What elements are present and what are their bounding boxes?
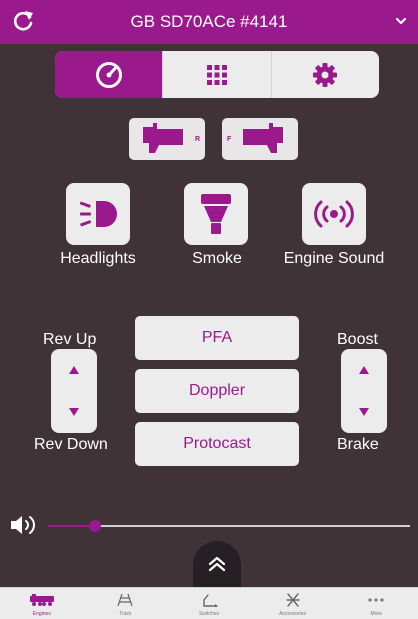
brake-label: Brake bbox=[337, 436, 379, 453]
tab-keypad[interactable] bbox=[163, 51, 272, 98]
tab-switches-label: Switches bbox=[198, 611, 219, 617]
tab-accessories-label: Accessories bbox=[279, 611, 307, 617]
forward-button[interactable]: F bbox=[222, 118, 298, 160]
pfa-button[interactable]: PFA bbox=[135, 316, 299, 360]
tab-more-label: More bbox=[370, 611, 382, 617]
mode-segmented-control bbox=[55, 51, 379, 98]
app-header: GB SD70ACe #4141 bbox=[0, 0, 418, 44]
volume-icon bbox=[11, 516, 35, 534]
tab-engines-label: Engines bbox=[32, 611, 51, 617]
locomotive-icon bbox=[29, 594, 54, 606]
boost-label: Boost bbox=[337, 331, 378, 348]
bottom-tab-bar: Engines Track Switches Accessories More bbox=[0, 587, 418, 619]
tab-throttle[interactable] bbox=[55, 51, 164, 98]
double-chevron-up-icon bbox=[208, 556, 226, 572]
accessories-icon bbox=[285, 593, 300, 607]
rev-rocker bbox=[51, 349, 97, 433]
headlights-button[interactable] bbox=[66, 183, 130, 245]
grid-icon bbox=[206, 64, 227, 85]
engine-forward-icon bbox=[243, 123, 283, 153]
forward-letter: F bbox=[227, 136, 232, 143]
volume-slider-fill bbox=[48, 525, 96, 527]
arrow-up-icon bbox=[69, 366, 79, 374]
expand-drawer-button[interactable] bbox=[193, 541, 241, 587]
tab-settings[interactable] bbox=[272, 51, 379, 98]
more-icon bbox=[368, 598, 384, 602]
track-icon bbox=[117, 593, 133, 607]
doppler-button[interactable]: Doppler bbox=[135, 369, 299, 413]
rev-up-button[interactable] bbox=[51, 349, 97, 391]
tab-switches[interactable]: Switches bbox=[167, 588, 251, 619]
headlight-icon bbox=[79, 201, 117, 227]
rev-down-button[interactable] bbox=[51, 391, 97, 433]
tab-track[interactable]: Track bbox=[84, 588, 168, 619]
rev-down-label: Rev Down bbox=[34, 436, 108, 453]
engine-sound-label: Engine Sound bbox=[283, 250, 385, 267]
refresh-icon[interactable] bbox=[10, 8, 36, 34]
engine-reverse-icon bbox=[143, 123, 183, 153]
volume-slider-thumb[interactable] bbox=[89, 520, 102, 532]
reverse-letter: R bbox=[195, 136, 201, 143]
switch-icon bbox=[203, 594, 218, 607]
tab-engines[interactable]: Engines bbox=[0, 588, 84, 619]
arrow-up-icon bbox=[359, 366, 369, 374]
boost-brake-rocker bbox=[341, 349, 387, 433]
speedometer-icon bbox=[95, 61, 122, 88]
engine-title[interactable]: GB SD70ACe #4141 bbox=[131, 12, 288, 32]
engine-sound-button[interactable] bbox=[302, 183, 366, 245]
arrow-down-icon bbox=[359, 408, 369, 416]
gear-icon bbox=[313, 62, 338, 87]
tab-accessories[interactable]: Accessories bbox=[251, 588, 335, 619]
protocast-button[interactable]: Protocast bbox=[135, 422, 299, 466]
boost-button[interactable] bbox=[341, 349, 387, 391]
tab-more[interactable]: More bbox=[334, 588, 418, 619]
smoke-button[interactable] bbox=[184, 183, 248, 245]
engine-sound-icon bbox=[314, 200, 354, 228]
chevron-down-icon[interactable] bbox=[394, 14, 408, 28]
smoke-icon bbox=[201, 194, 231, 234]
tab-track-label: Track bbox=[119, 611, 132, 617]
arrow-down-icon bbox=[69, 408, 79, 416]
rev-up-label: Rev Up bbox=[43, 331, 97, 348]
reverse-button[interactable]: R bbox=[129, 118, 205, 160]
volume-slider-track[interactable] bbox=[48, 525, 410, 527]
brake-button[interactable] bbox=[341, 391, 387, 433]
